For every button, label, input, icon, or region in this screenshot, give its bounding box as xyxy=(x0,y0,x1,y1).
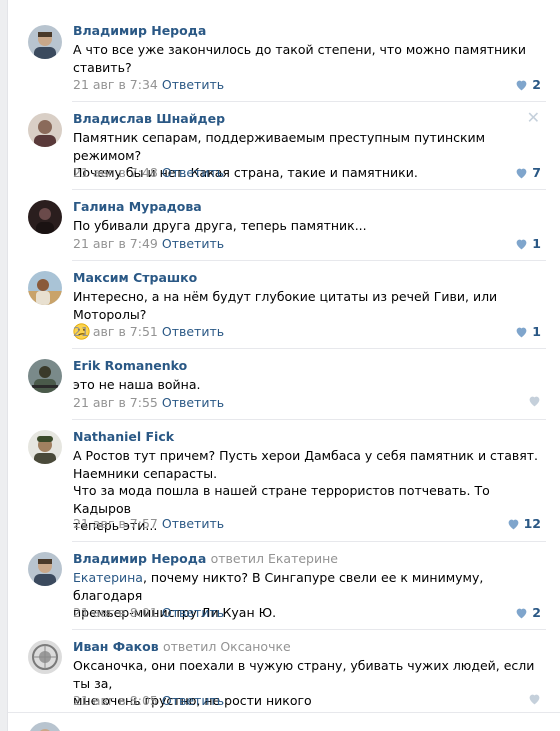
comment-date[interactable]: 21 авг в 7:51 xyxy=(73,324,158,339)
comment-author[interactable]: Владислав Шнайдер xyxy=(73,111,225,126)
like-count: 1 xyxy=(532,236,541,251)
comment-meta: 21 авг в 8:01 Ответить xyxy=(73,605,224,620)
reply-button[interactable]: Ответить xyxy=(162,516,224,531)
comments-panel: Владимир Нерода А что все уже закончилос… xyxy=(7,0,560,731)
avatar[interactable] xyxy=(28,359,62,393)
like-button[interactable]: 2 xyxy=(515,77,541,92)
comment-author[interactable]: Erik Romanenko xyxy=(73,358,187,373)
reply-to-label[interactable]: ответил Екатерине xyxy=(211,551,338,566)
reply-button[interactable]: Ответить xyxy=(162,324,224,339)
comment: Иван Факов ответил Оксаночке Оксаночка, … xyxy=(8,630,560,712)
reply-button[interactable]: Ответить xyxy=(162,395,224,410)
comment: Владислав Шнайдер ✕ Памятник сепарам, по… xyxy=(8,102,560,190)
comment-author[interactable]: Галина Мурадова xyxy=(73,199,202,214)
comment-date[interactable]: 21 авг в 7:48 xyxy=(73,165,158,180)
comment: Максим Страшко Интересно, а на нём будут… xyxy=(8,261,560,349)
like-count: 1 xyxy=(532,324,541,339)
heart-icon xyxy=(516,80,527,90)
reply-button[interactable]: Ответить xyxy=(162,77,224,92)
comment-text: А что все уже закончилось до такой степе… xyxy=(73,42,526,75)
comment-author[interactable]: Владимир Нерода ответил Екатерине xyxy=(73,551,338,566)
heart-icon xyxy=(529,694,540,705)
like-button[interactable]: 1 xyxy=(515,324,541,339)
avatar[interactable] xyxy=(28,722,62,731)
heart-icon xyxy=(508,519,518,529)
comment-meta: 21 авг в 7:57 Ответить xyxy=(73,516,224,531)
avatar[interactable] xyxy=(28,552,62,586)
comment-meta: 21 авг в 8:05 Ответить xyxy=(73,693,224,708)
like-button[interactable] xyxy=(528,693,541,705)
heart-icon xyxy=(516,168,527,178)
like-button[interactable]: 12 xyxy=(507,516,541,531)
avatar[interactable] xyxy=(28,25,62,59)
comment: Владимир Нерода ответил Екатерине Екатер… xyxy=(8,542,560,630)
reply-button[interactable]: Ответить xyxy=(162,165,224,180)
heart-icon xyxy=(529,396,540,407)
close-icon[interactable]: ✕ xyxy=(527,108,540,127)
avatar[interactable] xyxy=(28,640,62,674)
reply-to-label[interactable]: ответил Оксаночке xyxy=(163,639,291,654)
comment-author[interactable]: Иван Факов ответил Оксаночке xyxy=(73,639,291,654)
reply-button[interactable]: Ответить xyxy=(162,236,224,251)
like-count: 12 xyxy=(523,516,541,531)
like-button[interactable]: 2 xyxy=(515,605,541,620)
comment-text: По убивали друга друга, теперь памятник.… xyxy=(73,218,367,233)
heart-icon xyxy=(516,327,527,337)
comment-meta: 21 авг в 7:34 Ответить xyxy=(73,77,224,92)
like-button[interactable]: 1 xyxy=(515,236,541,251)
comment-meta: 21 авг в 7:51 Ответить xyxy=(73,324,224,339)
comment-text: это не наша война. xyxy=(73,377,201,392)
heart-icon xyxy=(516,608,527,618)
reply-button[interactable]: Ответить xyxy=(162,693,224,708)
reply-button[interactable]: Ответить xyxy=(162,605,224,620)
comment-meta: 21 авг в 7:49 Ответить xyxy=(73,236,224,251)
next-comment-divider xyxy=(8,712,560,713)
comment: Nathaniel Fick А Ростов тут причем? Пуст… xyxy=(8,420,560,542)
like-button[interactable]: 7 xyxy=(515,165,541,180)
comment-author[interactable]: Nathaniel Fick xyxy=(73,429,174,444)
avatar[interactable] xyxy=(28,200,62,234)
comment-meta: 21 авг в 7:55 Ответить xyxy=(73,395,224,410)
comment: Erik Romanenko это не наша война. 21 авг… xyxy=(8,349,560,420)
like-count: 7 xyxy=(532,165,541,180)
avatar[interactable] xyxy=(28,113,62,147)
comment-date[interactable]: 21 авг в 7:57 xyxy=(73,516,158,531)
comment: Галина Мурадова По убивали друга друга, … xyxy=(8,190,560,261)
mention-link[interactable]: Екатерина xyxy=(73,570,143,585)
comment-date[interactable]: 21 авг в 8:05 xyxy=(73,693,158,708)
avatar[interactable] xyxy=(28,271,62,305)
comment-date[interactable]: 21 авг в 8:01 xyxy=(73,605,158,620)
avatar[interactable] xyxy=(28,430,62,464)
like-count: 2 xyxy=(532,77,541,92)
comment-meta: 21 авг в 7:48 Ответить xyxy=(73,165,224,180)
comment: Владимир Нерода А что все уже закончилос… xyxy=(8,0,560,102)
comment-date[interactable]: 21 авг в 7:49 xyxy=(73,236,158,251)
like-count: 2 xyxy=(532,605,541,620)
like-button[interactable] xyxy=(528,395,541,407)
comment-date[interactable]: 21 авг в 7:34 xyxy=(73,77,158,92)
comment-author[interactable]: Владимир Нерода xyxy=(73,23,206,38)
comment-author[interactable]: Максим Страшко xyxy=(73,270,197,285)
comment-date[interactable]: 21 авг в 7:55 xyxy=(73,395,158,410)
heart-icon xyxy=(516,239,527,249)
